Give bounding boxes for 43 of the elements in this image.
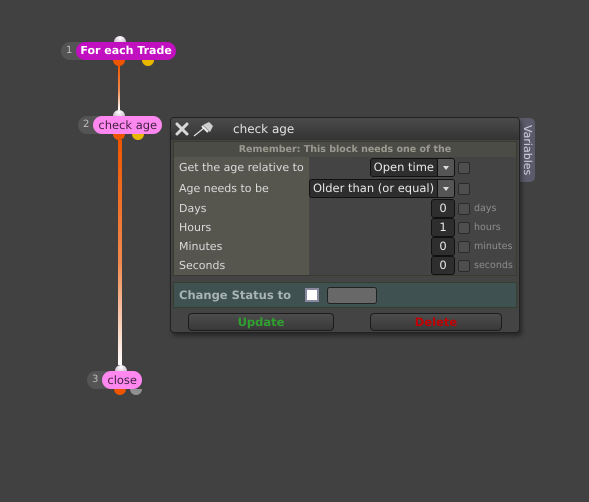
- output-port[interactable]: [132, 134, 144, 140]
- dropdown[interactable]: Open time: [370, 158, 455, 177]
- field-label: Days: [174, 199, 309, 218]
- checkbox[interactable]: [458, 202, 470, 214]
- status-label: Change Status to: [179, 288, 292, 302]
- output-port[interactable]: [130, 389, 142, 395]
- checkbox[interactable]: [458, 162, 470, 174]
- number-field[interactable]: 0: [431, 237, 455, 256]
- field-label: Hours: [174, 218, 309, 237]
- input-port[interactable]: [115, 365, 127, 371]
- close-icon[interactable]: [175, 122, 189, 136]
- unit-label: hours: [474, 222, 502, 233]
- connector-line: [118, 66, 120, 110]
- field-label: Minutes: [174, 237, 309, 256]
- number-field[interactable]: 0: [431, 199, 455, 218]
- field-label: Seconds: [174, 256, 309, 275]
- number-field[interactable]: 0: [431, 256, 455, 275]
- unit-label: days: [474, 203, 498, 214]
- output-port[interactable]: [142, 60, 154, 66]
- unit-label: minutes: [474, 241, 514, 252]
- output-port[interactable]: [114, 389, 126, 395]
- checkbox[interactable]: [458, 222, 470, 234]
- input-port[interactable]: [114, 36, 126, 42]
- field-label: Get the age relative to: [174, 157, 309, 178]
- node-label[interactable]: check age: [93, 116, 162, 134]
- number-field[interactable]: 1: [431, 218, 455, 237]
- output-port[interactable]: [113, 60, 125, 66]
- checkbox[interactable]: [458, 240, 470, 252]
- variables-tab[interactable]: Variables: [519, 118, 535, 182]
- input-port[interactable]: [113, 110, 125, 116]
- status-color-field[interactable]: [327, 286, 378, 304]
- pin-icon[interactable]: [193, 121, 215, 137]
- node-label[interactable]: For each Trade: [76, 42, 176, 60]
- checkbox[interactable]: [458, 182, 470, 194]
- notice-text: Remember: This block needs one of the: [174, 142, 516, 157]
- output-port[interactable]: [113, 134, 125, 140]
- checkbox[interactable]: [458, 260, 470, 272]
- unit-label: seconds: [474, 260, 514, 271]
- panel-title: check age: [233, 122, 294, 136]
- dropdown[interactable]: Older than (or equal): [309, 179, 456, 198]
- node-label[interactable]: close: [102, 371, 142, 389]
- field-label: Age needs to be: [174, 178, 309, 199]
- status-checkbox[interactable]: [305, 288, 320, 302]
